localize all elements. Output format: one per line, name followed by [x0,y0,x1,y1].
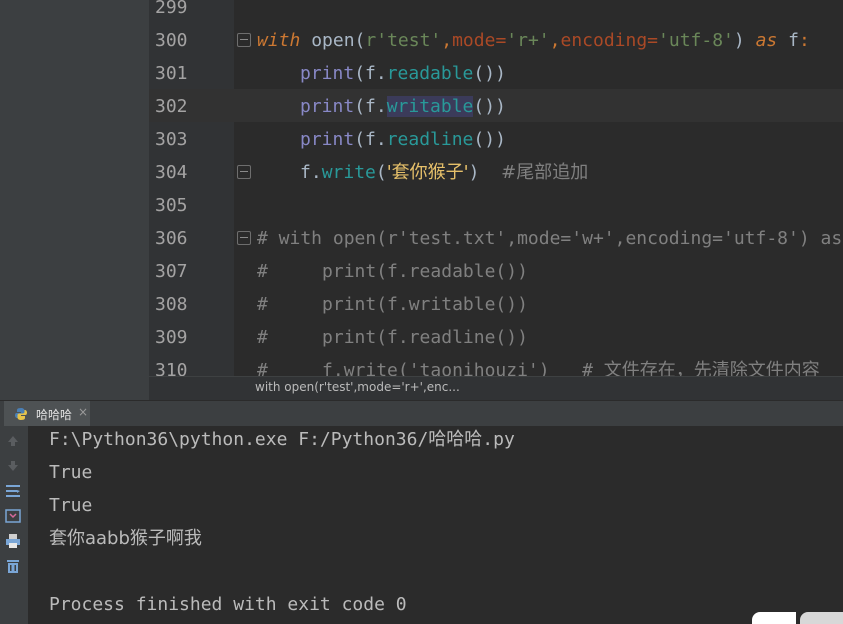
line-number: 308 [155,294,188,315]
overlay-widget-icon [800,612,843,624]
line-number: 310 [155,360,188,376]
close-icon[interactable]: × [78,405,88,419]
builtin-name: print [300,129,355,150]
arrow-down-icon[interactable] [4,457,22,475]
code-text: f. [300,162,322,183]
code-line-309: # print(f.readline()) [257,327,528,348]
code-line-303: print(f.readline()) [300,123,506,156]
line-number: 301 [155,63,188,84]
method-name: readable [386,63,474,84]
scroll-to-end-icon[interactable] [4,507,22,525]
param-name: encoding= [560,30,659,51]
builtin-name: print [300,63,355,84]
code-punct: , [549,30,561,51]
line-number: 309 [155,327,188,348]
method-name: write [321,162,376,183]
run-tab-label: 哈哈哈 [36,408,73,422]
code-comment: #尾部追加 [501,162,589,183]
line-number: 302 [155,96,188,117]
console-line: Process finished with exit code 0 [49,594,407,615]
builtin-name: print [300,96,355,117]
line-number: 300 [155,30,188,51]
breadcrumb[interactable]: with open(r'test',mode='r+',enc... [149,376,843,401]
console-line: 套你aabb猴子啊我 [49,528,202,549]
print-icon[interactable] [4,532,22,550]
string-literal: '套你猴子' [386,162,469,183]
code-line-302: print(f.writable()) [300,90,506,123]
line-number: 304 [155,162,188,183]
python-icon [15,408,27,420]
code-text: f [777,30,799,51]
keyword: as [755,30,778,51]
trash-icon[interactable] [4,557,22,575]
code-text: ) [733,30,756,51]
code-line-307: # print(f.readable()) [257,261,528,282]
code-line-300: with open(r'test',mode='r+',encoding='ut… [257,24,810,57]
line-number: 303 [155,129,188,150]
arrow-up-icon[interactable] [4,432,22,450]
string-literal: 'r+' [506,30,550,51]
code-text: open( [300,30,366,51]
code-line-306: # with open(r'test.txt',mode='w+',encodi… [257,228,843,249]
code-text: ()) [473,63,506,84]
code-line-308: # print(f.writable()) [257,294,528,315]
line-number: 306 [155,228,188,249]
keyword: with [257,30,301,51]
console-line: True [49,462,93,483]
code-text: (f. [354,129,387,150]
code-text: ( [375,162,387,183]
string-literal: 'utf-8' [658,30,734,51]
console-line: F:\Python36\python.exe F:/Python36/哈哈哈.p… [49,429,515,450]
method-name: readline [386,129,474,150]
soft-wrap-icon[interactable] [4,482,22,500]
run-toolbar [0,426,28,624]
fold-marker-icon[interactable] [237,165,251,179]
breadcrumb-text[interactable]: with open(r'test',mode='r+',enc... [255,380,460,394]
project-panel [0,0,149,400]
fold-marker-icon[interactable] [237,33,251,47]
fold-marker-icon[interactable] [237,231,251,245]
method-name-selected: writable [386,96,474,117]
code-line-310: # f.write('taonihouzi') # 文件存在，先清除文件内容 [257,360,820,376]
code-punct: : [798,30,810,51]
code-text: ) [468,162,502,183]
code-line-304: f.write('套你猴子') #尾部追加 [300,156,588,189]
line-number: 305 [155,195,188,216]
code-text: ()) [473,96,506,117]
code-text: ()) [473,129,506,150]
console-line: True [49,495,93,516]
line-number: 299 [155,0,188,18]
code-text: (f. [354,63,387,84]
code-punct: , [441,30,453,51]
code-line-301: print(f.readable()) [300,57,506,90]
line-number: 307 [155,261,188,282]
overlay-widget-icon [752,612,796,624]
param-name: mode= [452,30,507,51]
string-literal: r'test' [365,30,442,51]
code-text: (f. [354,96,387,117]
